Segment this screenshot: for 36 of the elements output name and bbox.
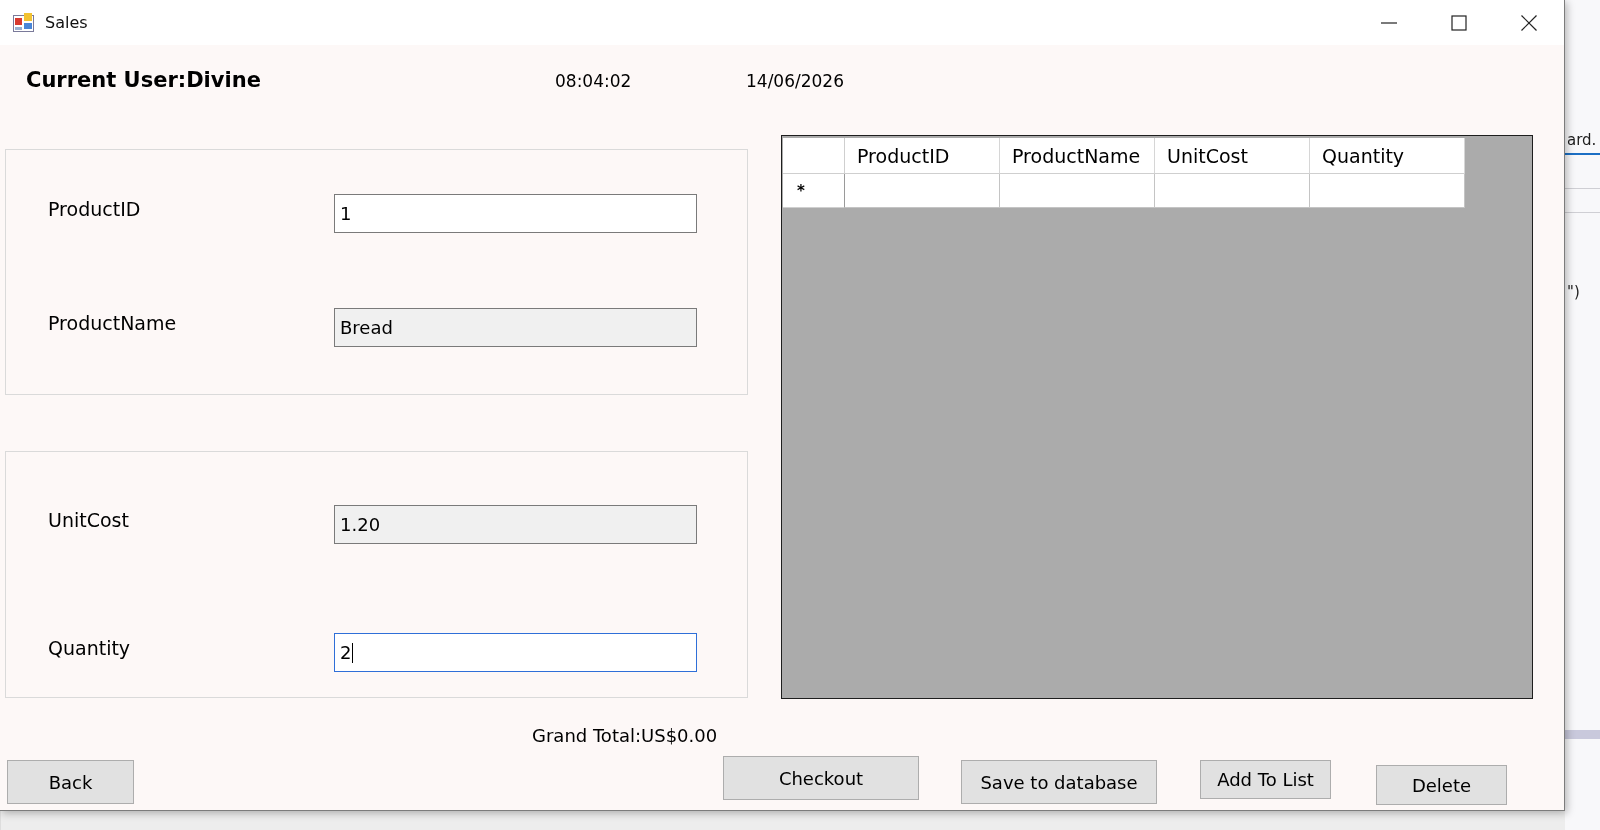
action-button[interactable]: Save to database (961, 760, 1157, 804)
window-title: Sales (45, 13, 88, 32)
corner-header (783, 138, 845, 174)
close-icon (1521, 14, 1537, 31)
time-label: 08:04:02 (555, 70, 633, 91)
column-header[interactable]: UnitCost (1155, 138, 1310, 174)
input-field[interactable]: 1.20 (334, 505, 697, 544)
field-label: ProductName (48, 311, 177, 334)
row-header: * (783, 174, 845, 208)
action-button[interactable]: Delete (1376, 765, 1507, 805)
input-field[interactable]: 2 (334, 633, 697, 672)
tab-label[interactable]: ard. (1565, 131, 1600, 155)
app-icon (13, 12, 34, 33)
table-cell[interactable] (1310, 174, 1465, 208)
table-cell[interactable] (1155, 174, 1310, 208)
table-cell[interactable] (845, 174, 1000, 208)
text-cursor-icon (352, 642, 354, 663)
grand-total-label: Grand Total:US$0.00 (532, 725, 718, 746)
field-label: ProductID (48, 197, 141, 220)
field-label: Quantity (48, 636, 131, 659)
input-field[interactable]: Bread (334, 308, 697, 347)
code-text: ") (1566, 283, 1581, 301)
minimize-icon (1381, 21, 1397, 24)
action-button[interactable]: Back (7, 760, 134, 804)
action-button[interactable]: Checkout (723, 756, 919, 800)
maximize-icon (1451, 14, 1467, 31)
column-header[interactable]: ProductID (845, 138, 1000, 174)
date-label: 14/06/2026 (746, 70, 845, 91)
panel-header-bar (1565, 730, 1600, 739)
input-field[interactable]: 1 (334, 194, 697, 233)
table-cell[interactable] (1000, 174, 1155, 208)
action-button[interactable]: Add To List (1200, 760, 1331, 799)
current-user-label: Current User:Divine (26, 68, 262, 92)
column-header[interactable]: Quantity (1310, 138, 1465, 174)
column-header[interactable]: ProductName (1000, 138, 1155, 174)
field-label: UnitCost (48, 508, 129, 531)
